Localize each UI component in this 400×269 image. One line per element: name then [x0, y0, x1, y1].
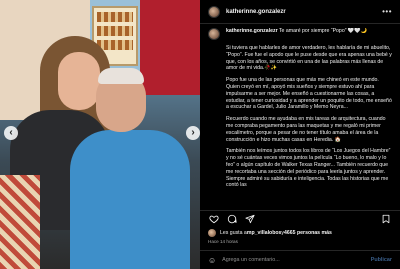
- avatar[interactable]: [208, 5, 220, 18]
- caption-avatar[interactable]: [208, 28, 220, 40]
- caption-body: Si tuviera que hablarles de amor verdade…: [226, 45, 392, 189]
- comment-input[interactable]: Agrega un comentario...: [222, 257, 371, 263]
- next-photo-button[interactable]: ›: [186, 126, 200, 140]
- photo-chair: [0, 175, 40, 269]
- comment-icon[interactable]: [226, 213, 238, 225]
- username-link[interactable]: katherinne.gonzalezr: [226, 9, 286, 15]
- comment-bar: ☺ Agrega un comentario... Publicar: [200, 250, 400, 269]
- share-icon[interactable]: [244, 213, 256, 225]
- caption-username[interactable]: katherinne.gonzalezr: [226, 28, 278, 34]
- likes-prefix: Les gusta a: [220, 230, 247, 236]
- previous-photo-button[interactable]: ‹: [4, 126, 18, 140]
- caption-paragraph: Si tuviera que hablarles de amor verdade…: [226, 45, 392, 72]
- photo-man-shirt: [70, 130, 190, 269]
- liker-avatar: [208, 229, 216, 237]
- likes-summary: Les gusta a mp_villalobos y 4665 persona…: [208, 229, 332, 237]
- caption-paragraph: También nos leímos juntos todos los libr…: [226, 148, 391, 189]
- caption-first-line: katherinne.gonzalezr Te amaré por siempr…: [226, 28, 367, 35]
- post-timestamp: Hace 14 horas: [208, 239, 238, 244]
- caption-title: Te amaré por siempre “Popo” 🤍🤍🌙: [278, 28, 368, 34]
- photo-man-hair: [98, 68, 144, 84]
- action-bar: [200, 210, 400, 226]
- liker-username[interactable]: mp_villalobos: [247, 230, 282, 236]
- bookmark-icon[interactable]: [380, 213, 392, 225]
- caption-paragraph: Recuerdo cuando me ayudaba en mis tareas…: [226, 116, 386, 143]
- more-options-button[interactable]: •••: [382, 7, 392, 16]
- heart-icon[interactable]: [208, 213, 220, 225]
- emoji-icon[interactable]: ☺: [208, 256, 216, 265]
- post-modal: ‹ › katherinne.gonzalezr ••• katherinne.…: [0, 0, 400, 269]
- photo-fridge: [140, 0, 200, 95]
- post-photo: ‹ ›: [0, 0, 200, 269]
- likes-count[interactable]: 4665 personas más: [284, 230, 332, 236]
- post-side-panel: katherinne.gonzalezr ••• katherinne.gonz…: [200, 0, 400, 269]
- caption-paragraph: Popo fue una de las personas que más me …: [226, 77, 392, 111]
- photo-woman-face: [58, 52, 100, 110]
- caption-header: katherinne.gonzalezr Te amaré por siempr…: [208, 28, 392, 40]
- post-header: katherinne.gonzalezr •••: [200, 0, 400, 24]
- publish-button[interactable]: Publicar: [371, 257, 392, 263]
- caption: katherinne.gonzalezr Te amaré por siempr…: [200, 28, 400, 206]
